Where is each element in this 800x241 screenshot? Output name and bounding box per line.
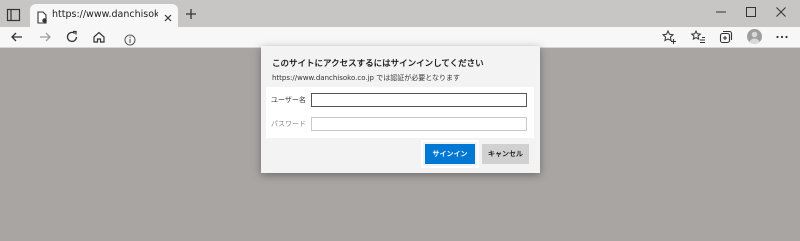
refresh-icon[interactable]: [64, 29, 80, 45]
username-input[interactable]: [311, 93, 527, 107]
favorites-list-icon[interactable]: [690, 29, 706, 45]
username-label: ユーザー名: [271, 96, 306, 104]
tab-actions-icon[interactable]: [6, 7, 22, 22]
credentials-form: ユーザー名 パスワード: [266, 87, 534, 138]
dialog-message: https://www.danchisoko.co.jp では認証が必要となりま…: [272, 74, 461, 82]
maximize-icon[interactable]: [736, 3, 766, 21]
page-favicon-icon: [36, 9, 48, 24]
tab-title: https://www.danchisoko.co.jp/t_: [52, 9, 158, 20]
home-icon[interactable]: [91, 29, 107, 45]
more-dots-icon[interactable]: [774, 29, 790, 45]
plus-icon[interactable]: [184, 6, 198, 20]
signin-button[interactable]: サインイン: [421, 140, 479, 168]
close-icon[interactable]: [162, 9, 174, 22]
toolbar: [0, 27, 800, 48]
minimize-icon[interactable]: [706, 3, 736, 21]
forward-arrow-icon[interactable]: [37, 29, 53, 45]
auth-dialog: このサイトにアクセスするにはサインインしてください https://www.da…: [261, 46, 540, 173]
collections-icon[interactable]: [718, 29, 734, 45]
dialog-title: このサイトにアクセスするにはサインインしてください: [272, 59, 484, 69]
password-label: パスワード: [271, 120, 306, 128]
cancel-button[interactable]: キャンセル: [482, 144, 529, 164]
info-icon[interactable]: [124, 31, 136, 46]
browser-tab[interactable]: https://www.danchisoko.co.jp/t_: [30, 4, 178, 27]
password-input[interactable]: [311, 117, 527, 131]
window-close-icon[interactable]: [766, 3, 796, 21]
back-arrow-icon[interactable]: [9, 29, 25, 45]
tab-strip: https://www.danchisoko.co.jp/t_: [0, 0, 800, 27]
profile-avatar[interactable]: [747, 29, 762, 44]
star-plus-icon[interactable]: [661, 29, 677, 45]
address-bar[interactable]: [117, 28, 679, 46]
